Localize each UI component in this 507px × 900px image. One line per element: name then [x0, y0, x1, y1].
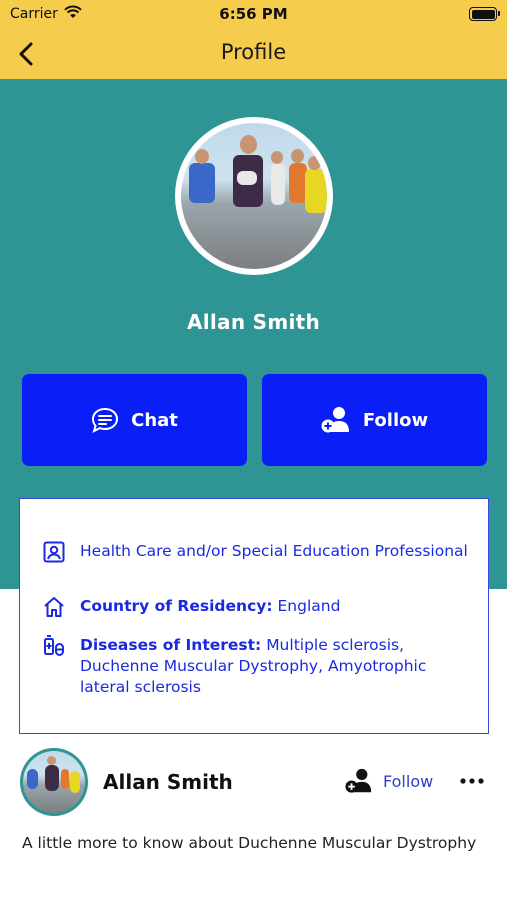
- occupation-row: Health Care and/or Special Education Pro…: [42, 541, 470, 564]
- profile-avatar: [175, 117, 333, 275]
- post-text: A little more to know about Duchenne Mus…: [22, 834, 477, 852]
- post-follow-label: Follow: [383, 771, 434, 791]
- chat-button-label: Chat: [131, 409, 178, 431]
- chat-button[interactable]: Chat: [22, 374, 247, 466]
- follow-button-label: Follow: [362, 409, 429, 431]
- battery-icon: [469, 7, 500, 21]
- add-user-icon: [321, 407, 349, 433]
- residency-row: Country of Residency: England: [42, 596, 470, 619]
- occupation-text: Health Care and/or Special Education Pro…: [80, 542, 468, 560]
- home-icon: [44, 597, 64, 617]
- id-badge-icon: [43, 541, 65, 563]
- more-options-icon[interactable]: [458, 771, 486, 791]
- post-header: Allan Smith Follow: [0, 745, 507, 821]
- medication-icon: [44, 635, 64, 656]
- post-follow-button[interactable]: Follow: [345, 767, 433, 795]
- status-bar: Carrier 6:56 PM: [0, 0, 507, 30]
- residency-value: England: [277, 597, 341, 615]
- profile-name: Allan Smith: [186, 310, 321, 334]
- diseases-row: Diseases of Interest: Multiple sclerosis…: [42, 635, 470, 698]
- profile-info-card: Health Care and/or Special Education Pro…: [19, 498, 489, 734]
- add-user-icon: [345, 768, 372, 793]
- post-author-avatar[interactable]: [20, 748, 88, 816]
- residency-label: Country of Residency:: [80, 597, 273, 615]
- nav-bar: Profile: [0, 30, 507, 79]
- chat-bubble-icon: [92, 407, 119, 433]
- follow-button[interactable]: Follow: [262, 374, 487, 466]
- post-author-name[interactable]: Allan Smith: [103, 770, 233, 794]
- page-title: Profile: [220, 40, 287, 64]
- clock: 6:56 PM: [219, 5, 288, 23]
- diseases-label: Diseases of Interest:: [80, 636, 262, 654]
